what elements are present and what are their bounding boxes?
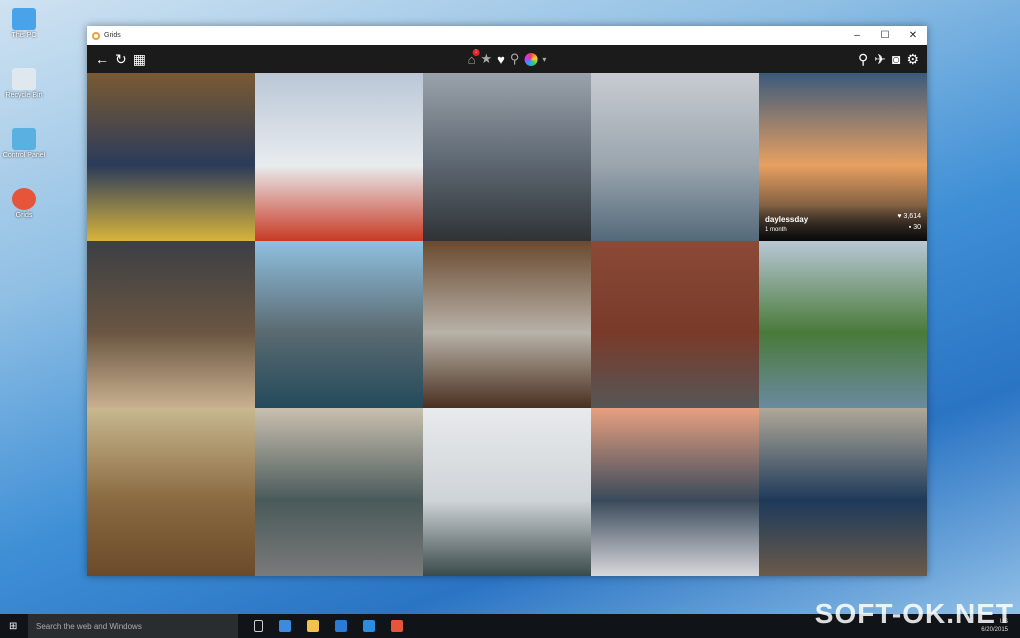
desktop-icon-label: Recycle Bin	[5, 92, 43, 99]
desktop-icon-label: This PC	[11, 32, 37, 39]
app-logo-icon	[92, 31, 100, 40]
photo-tile[interactable]	[423, 240, 591, 409]
taskbar-app-icon[interactable]	[307, 620, 319, 632]
location-icon[interactable]: ⚲	[510, 51, 520, 67]
photo-tile[interactable]	[87, 408, 255, 577]
desktop-icon[interactable]: Grids	[2, 188, 46, 219]
close-button[interactable]: ✕	[899, 30, 927, 41]
desktop-icon[interactable]: Recycle Bin	[2, 68, 46, 99]
desktop-icon-image	[12, 68, 36, 90]
taskbar-app-icon[interactable]	[279, 620, 291, 632]
account-dropdown-icon[interactable]: ▾	[542, 55, 546, 64]
start-icon[interactable]: ⊞	[9, 621, 17, 632]
photo-tile[interactable]	[423, 73, 591, 241]
likes-count: ♥ 3,614	[897, 212, 921, 220]
desktop-icon-image	[12, 128, 36, 150]
title-bar: Grids – ☐ ✕	[87, 26, 927, 45]
toolbar: ← ↻ ▦ ⌂ 1 ★ ♥ ⚲ ▾ ⚲ ✈ ◙ ⚙	[87, 45, 927, 73]
photo-tile[interactable]	[423, 408, 591, 577]
account-icon[interactable]	[524, 52, 538, 66]
watermark: SOFT-OK.NET	[814, 598, 1014, 629]
taskbar-app-icon[interactable]	[363, 620, 375, 632]
photo-tile[interactable]	[591, 240, 759, 409]
comments-count: ▪ 30	[908, 223, 921, 231]
likes-value: 3,614	[903, 212, 921, 220]
task-view-icon[interactable]	[254, 620, 263, 632]
search-icon[interactable]: ⚲	[858, 51, 868, 68]
send-icon[interactable]: ✈	[874, 51, 886, 68]
photo-info-overlay: ♥ 3,614 ▪ 30 daylessday 1 month	[759, 204, 927, 241]
desktop-icon-image	[12, 188, 36, 210]
photo-tile[interactable]	[591, 408, 759, 577]
grid-view-icon[interactable]: ▦	[133, 51, 146, 68]
gear-icon[interactable]: ⚙	[906, 51, 919, 68]
comments-value: 30	[913, 223, 921, 231]
photo-tile[interactable]	[759, 408, 927, 577]
window-title: Grids	[104, 32, 121, 39]
post-time: 1 month	[765, 226, 787, 233]
chat-icon[interactable]: ◙	[892, 51, 900, 67]
search-placeholder: Search the web and Windows	[36, 621, 142, 631]
photo-tile[interactable]: ♥ 3,614 ▪ 30 daylessday 1 month	[759, 73, 927, 241]
taskbar-apps	[263, 620, 403, 632]
photo-tile[interactable]	[255, 73, 423, 241]
maximize-button[interactable]: ☐	[871, 30, 899, 41]
desktop-icon-label: Control Panel	[2, 152, 46, 159]
refresh-icon[interactable]: ↻	[115, 51, 127, 68]
photo-tile[interactable]	[87, 240, 255, 409]
photo-grid: ♥ 3,614 ▪ 30 daylessday 1 month	[87, 73, 927, 577]
taskbar-app-icon[interactable]	[391, 620, 403, 632]
minimize-button[interactable]: –	[843, 30, 871, 41]
desktop-icon[interactable]: Control Panel	[2, 128, 46, 159]
photo-tile[interactable]	[759, 240, 927, 409]
star-icon[interactable]: ★	[480, 51, 492, 67]
photo-tile[interactable]	[87, 73, 255, 241]
photo-tile[interactable]	[591, 73, 759, 241]
taskbar-search[interactable]: Search the web and Windows	[28, 614, 238, 638]
desktop-icon-image	[12, 8, 36, 30]
home-icon[interactable]: ⌂ 1	[468, 48, 480, 67]
heart-icon[interactable]: ♥	[497, 52, 505, 67]
back-icon[interactable]: ←	[95, 51, 109, 67]
desktop-icon[interactable]: This PC	[2, 8, 46, 39]
notification-badge: 1	[472, 48, 480, 56]
grids-window: Grids – ☐ ✕ ← ↻ ▦ ⌂ 1 ★ ♥ ⚲ ▾ ⚲ ✈ ◙ ⚙ ♥ 3…	[87, 26, 927, 577]
photo-tile[interactable]	[255, 408, 423, 577]
photo-tile[interactable]	[255, 240, 423, 409]
desktop-icon-label: Grids	[15, 212, 33, 219]
taskbar-app-icon[interactable]	[335, 620, 347, 632]
